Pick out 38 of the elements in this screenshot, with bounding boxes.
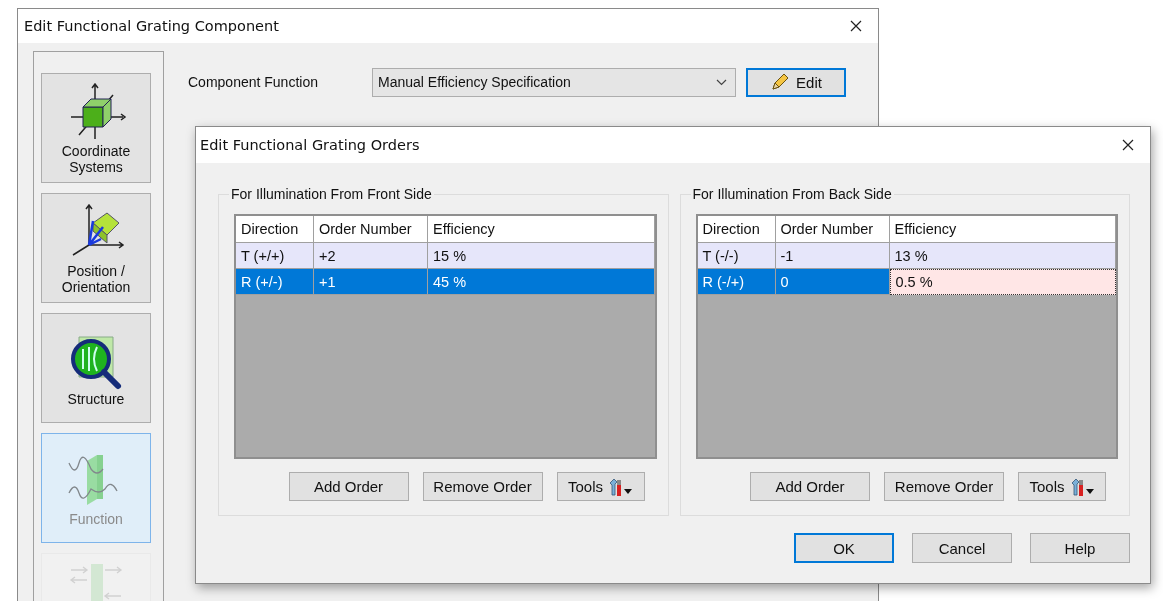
table-row[interactable]: T (-/-) -1 13 % xyxy=(697,243,1116,269)
function-dropdown[interactable]: Manual Efficiency Specification xyxy=(372,67,736,97)
table-cell: 0 xyxy=(775,269,890,295)
sidebar-label: Structure xyxy=(66,391,126,407)
table-row[interactable]: T (+/+) +2 15 % xyxy=(236,243,655,269)
sidebar-label: Function xyxy=(68,511,124,527)
close-icon[interactable] xyxy=(850,20,862,32)
pencil-icon xyxy=(770,72,791,92)
tools-icon xyxy=(607,476,633,497)
sidebar-item[interactable]: Position / Orientation xyxy=(41,193,151,303)
table-cell: R (-/+) xyxy=(697,269,776,295)
order-button[interactable]: Remove Order xyxy=(884,472,1004,501)
dialog-button[interactable]: Help xyxy=(1030,533,1130,563)
sidebar-item[interactable]: Coordinate Systems xyxy=(41,73,151,183)
table-cell: R (+/-) xyxy=(236,269,314,295)
order-button[interactable]: Add Order xyxy=(288,472,409,501)
table-cell: +1 xyxy=(314,269,428,295)
dialog-button[interactable]: Cancel xyxy=(912,533,1012,563)
sidebar-item[interactable]: Structure xyxy=(41,313,151,423)
sidebar-label: Coordinate Systems xyxy=(60,143,132,175)
table-cell: 0.5 % xyxy=(889,269,1116,295)
close-icon[interactable] xyxy=(1122,139,1134,151)
chevron-down-icon xyxy=(716,78,727,86)
field-label: Component Function xyxy=(188,74,319,90)
group-title: For Illumination From Front Side xyxy=(229,186,434,202)
sidebar-label: Position / Orientation xyxy=(60,263,132,295)
tools-button[interactable]: Tools xyxy=(1018,472,1106,501)
order-button[interactable]: Remove Order xyxy=(422,472,543,501)
group-title: For Illumination From Back Side xyxy=(690,186,894,202)
window-title: Edit Functional Grating Component xyxy=(24,18,279,34)
dialog-button[interactable]: OK xyxy=(794,533,894,563)
table-cell: 45 % xyxy=(428,269,655,295)
table-row[interactable]: R (+/-) +1 45 % xyxy=(236,269,655,295)
table-row[interactable]: R (-/+) 0 0.5 % xyxy=(697,269,1116,295)
edit-button[interactable]: Edit xyxy=(746,67,846,97)
tools-button[interactable]: Tools xyxy=(556,472,645,501)
window-title: Edit Functional Grating Orders xyxy=(200,137,420,153)
order-button[interactable]: Add Order xyxy=(750,472,870,501)
